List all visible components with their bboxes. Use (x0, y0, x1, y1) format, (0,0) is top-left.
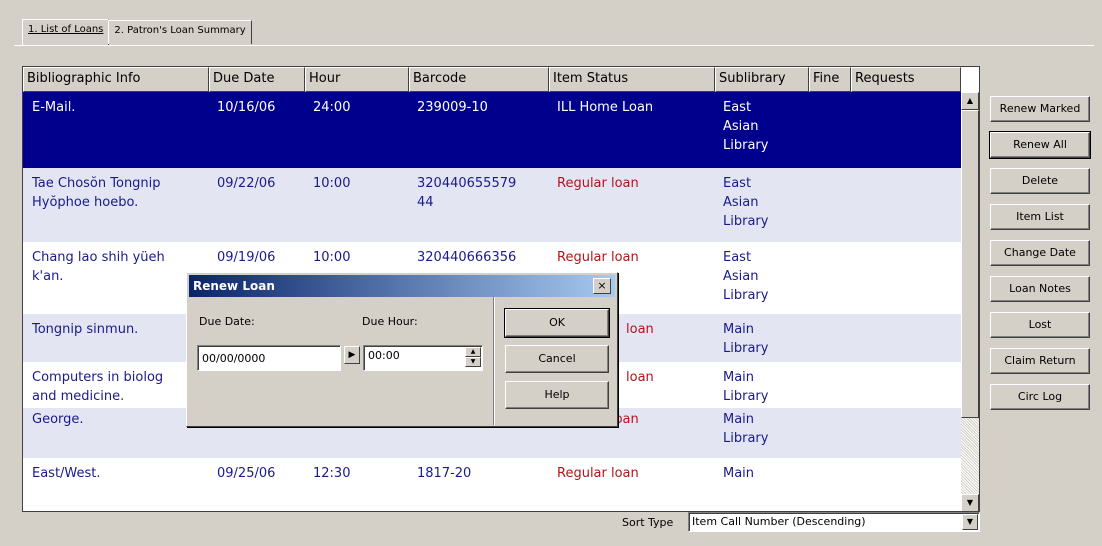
dialog-separator (493, 297, 495, 425)
sublibrary: East (723, 100, 752, 115)
due-date: 09/25/06 (217, 466, 276, 481)
bib-info: Computers in biolog (32, 370, 164, 385)
tab-list-of-loans[interactable]: 1. List of Loans (22, 19, 110, 45)
column-header-hour[interactable]: Hour (305, 67, 409, 92)
close-icon[interactable]: × (593, 278, 611, 294)
barcode: 1817-20 (417, 466, 472, 481)
circ-log-button[interactable]: Circ Log (990, 384, 1090, 410)
barcode: 44 (417, 195, 434, 210)
barcode: 320440666356 (417, 250, 517, 265)
tab-panel-border (14, 45, 1094, 47)
column-header-fine[interactable]: Fine (809, 67, 851, 92)
renew-loan-dialog: Renew Loan × Due Date: Due Hour: 00/00/0… (186, 272, 618, 427)
table-row[interactable]: E-Mail. 10/16/06 24:00 239009-10 ILL Hom… (23, 92, 961, 168)
sublibrary: Library (723, 389, 769, 404)
bib-info: George. (32, 412, 84, 427)
bib-info: E-Mail. (32, 100, 76, 115)
scroll-track[interactable] (961, 418, 979, 494)
sort-type-label: Sort Type (622, 516, 674, 529)
sublibrary: Main (723, 412, 755, 427)
bib-info: and medicine. (32, 389, 125, 404)
dialog-title: Renew Loan (193, 279, 275, 293)
sublibrary: East (723, 250, 752, 265)
scroll-up-arrow-icon[interactable]: ▲ (961, 92, 979, 110)
table-row[interactable]: East/West. 09/25/06 12:30 1817-20 Regula… (23, 458, 961, 511)
cancel-button[interactable]: Cancel (505, 345, 609, 373)
barcode: 239009-10 (417, 100, 488, 115)
renew-all-button[interactable]: Renew All (989, 131, 1091, 159)
delete-button[interactable]: Delete (990, 168, 1090, 194)
bib-info: Hyŏphoe hoebo. (32, 195, 139, 210)
sublibrary: Asian (723, 269, 759, 284)
barcode: 320440655579 (417, 176, 517, 191)
table-row[interactable]: Tae Chosŏn Tongnip Hyŏphoe hoebo. 09/22/… (23, 168, 961, 242)
due-date-field[interactable]: 00/00/0000 (197, 345, 341, 371)
bib-info: k'an. (32, 269, 64, 284)
spin-up-icon[interactable]: ▲ (465, 347, 481, 357)
sublibrary: Library (723, 288, 769, 303)
item-status: ILL Home Loan (557, 100, 654, 115)
scroll-down-arrow-icon[interactable]: ▼ (961, 494, 979, 511)
column-header-due-date[interactable]: Due Date (209, 67, 305, 92)
column-header-barcode[interactable]: Barcode (409, 67, 549, 92)
sublibrary: Library (723, 214, 769, 229)
help-button[interactable]: Help (505, 381, 609, 409)
due-date-label: Due Date: (199, 315, 255, 328)
lost-button[interactable]: Lost (990, 312, 1090, 338)
action-buttons-panel: Renew Marked Renew All Delete Item List … (989, 96, 1094, 420)
chevron-down-icon[interactable]: ▼ (962, 514, 978, 530)
renew-marked-button[interactable]: Renew Marked (990, 96, 1090, 122)
due-hour: 24:00 (313, 100, 351, 115)
column-header-requests[interactable]: Requests (851, 67, 961, 92)
spin-down-icon[interactable]: ▼ (465, 357, 481, 367)
sort-type-select[interactable]: Item Call Number (Descending) ▼ (688, 512, 980, 532)
sublibrary: Library (723, 341, 769, 356)
sublibrary: Main (723, 466, 755, 481)
sort-type-value: Item Call Number (Descending) (692, 515, 866, 528)
table-header: Bibliographic Info Due Date Hour Barcode… (23, 67, 961, 92)
due-date: 10/16/06 (217, 100, 276, 115)
bib-info: East/West. (32, 466, 101, 481)
sublibrary: Library (723, 138, 769, 153)
column-header-bibliographic-info[interactable]: Bibliographic Info (23, 67, 209, 92)
ok-button[interactable]: OK (504, 308, 610, 338)
item-list-button[interactable]: Item List (990, 204, 1090, 230)
loan-notes-button[interactable]: Loan Notes (990, 276, 1090, 302)
sublibrary: Asian (723, 195, 759, 210)
sublibrary: Main (723, 370, 755, 385)
date-picker-arrow-icon[interactable]: ▶ (344, 346, 360, 364)
sublibrary: Library (723, 431, 769, 446)
bib-info: Chang lao shih yüeh (32, 250, 165, 265)
claim-return-button[interactable]: Claim Return (990, 348, 1090, 374)
sublibrary: Asian (723, 119, 759, 134)
column-header-sublibrary[interactable]: Sublibrary (715, 67, 809, 92)
tab-strip: 1. List of Loans 2. Patron's Loan Summar… (22, 19, 252, 46)
due-hour: 10:00 (313, 176, 351, 191)
due-date: 09/22/06 (217, 176, 276, 191)
change-date-button[interactable]: Change Date (990, 240, 1090, 266)
tab-patrons-loan-summary[interactable]: 2. Patron's Loan Summary (108, 20, 252, 44)
bib-info: Tae Chosŏn Tongnip (32, 176, 161, 191)
item-status: Regular loan (557, 176, 639, 191)
due-hour: 12:30 (313, 466, 351, 481)
item-status: Regular loan (557, 466, 639, 481)
scroll-thumb[interactable] (961, 110, 979, 418)
bib-info: Tongnip sinmun. (32, 322, 139, 337)
due-hour-label: Due Hour: (362, 315, 418, 328)
sublibrary: East (723, 176, 752, 191)
dialog-title-bar: Renew Loan × (189, 275, 615, 297)
column-header-item-status[interactable]: Item Status (549, 67, 715, 92)
sublibrary: Main (723, 322, 755, 337)
vertical-scrollbar[interactable]: ▲ ▼ (961, 92, 979, 511)
